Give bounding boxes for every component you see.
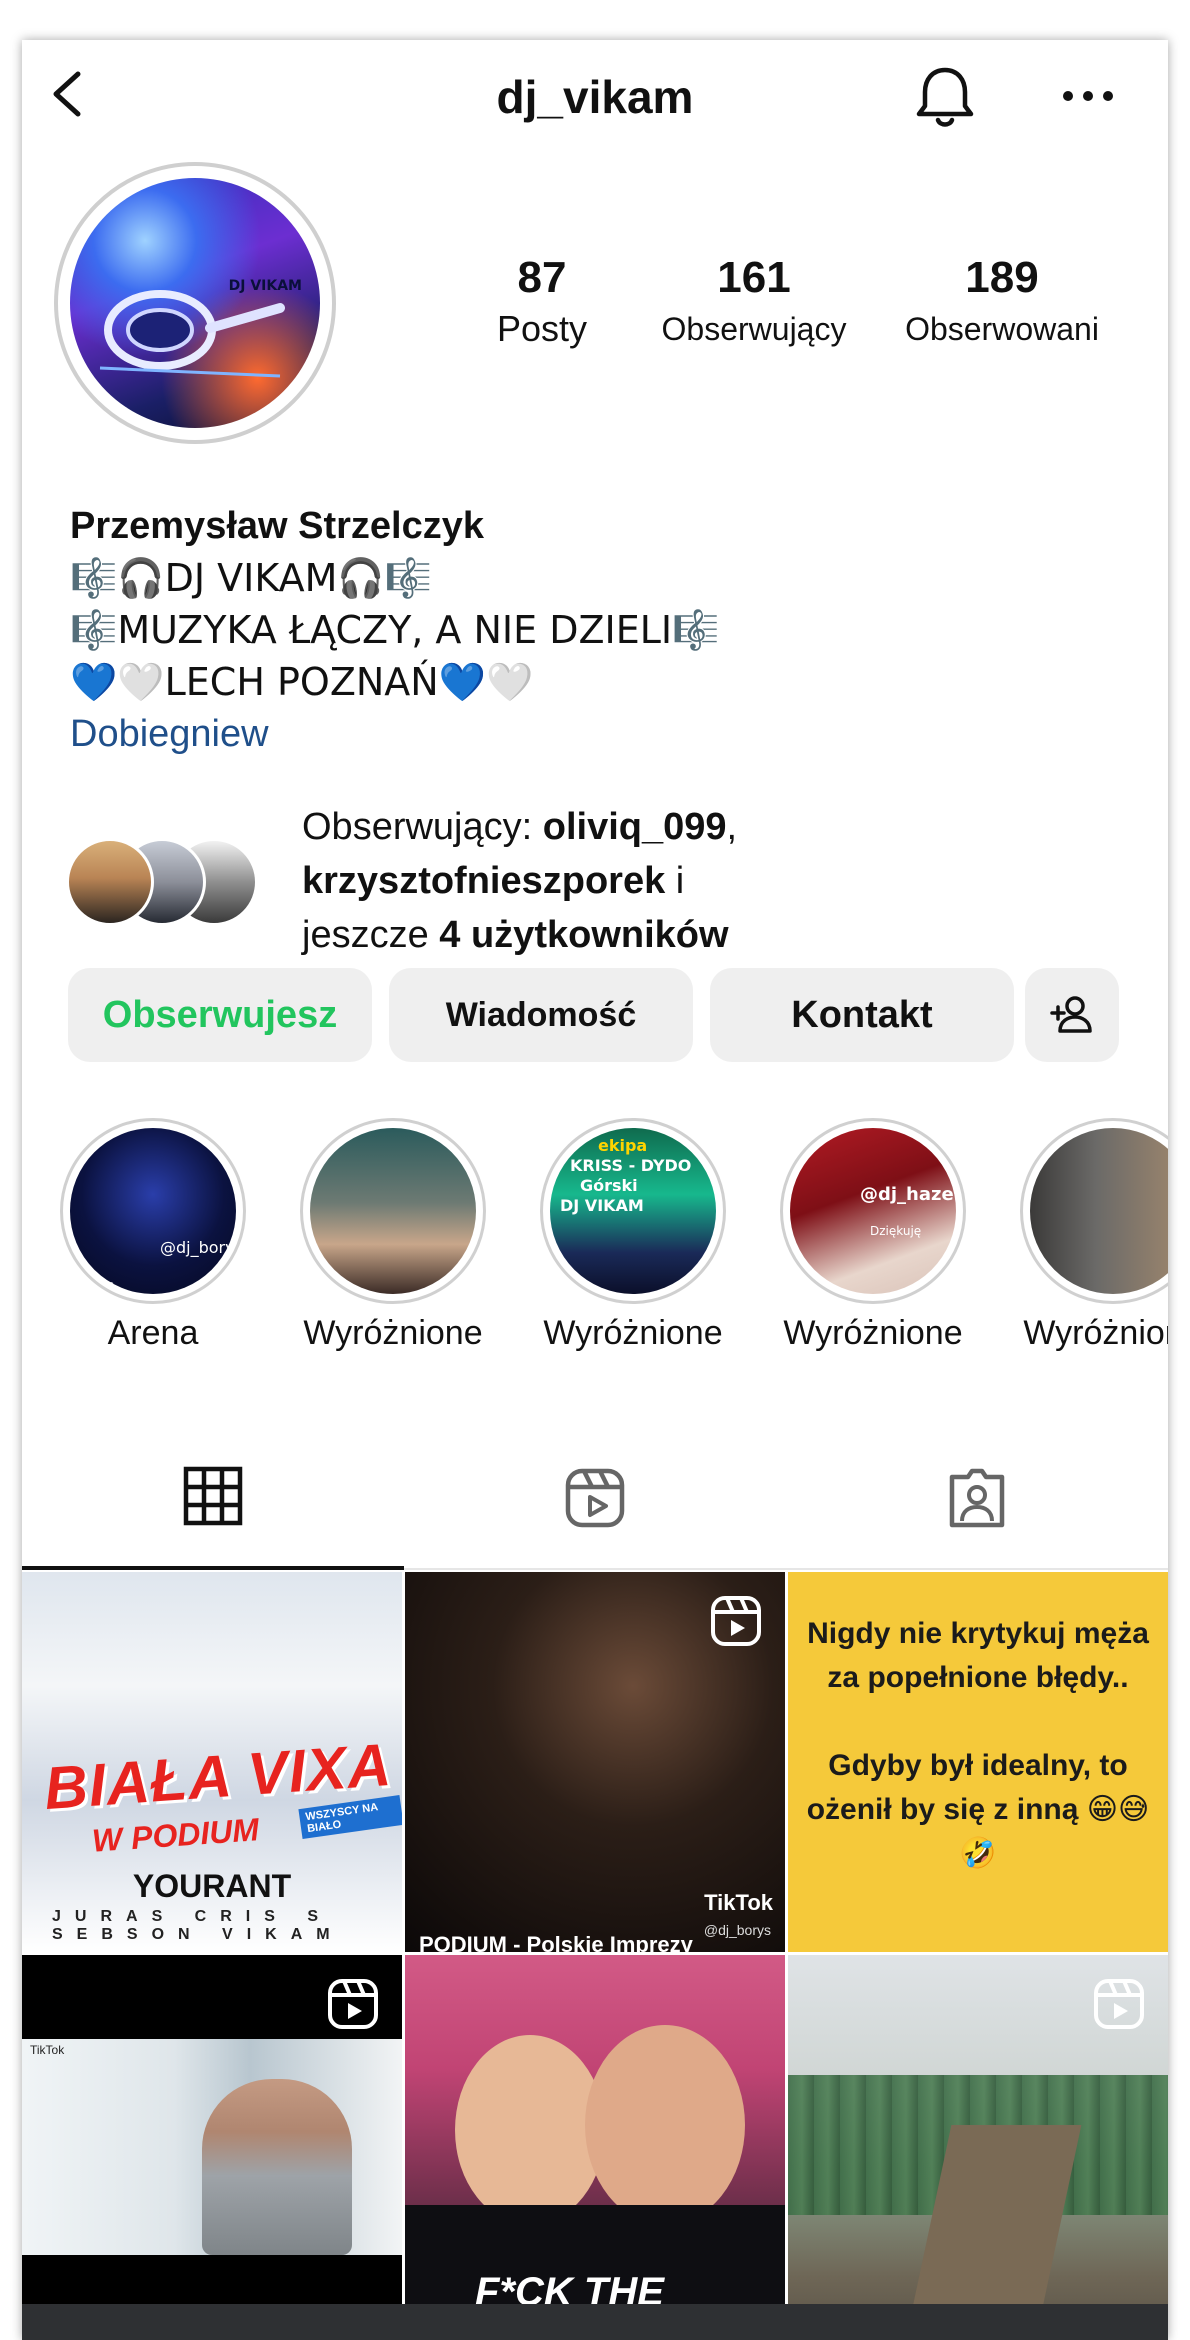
bio-line-1: 🎼🎧DJ VIKAM🎧🎼 (70, 556, 433, 600)
location-link[interactable]: Dobiegniew (70, 708, 1130, 760)
highlight-ring (1020, 1118, 1168, 1304)
reel-badge-icon (328, 1979, 378, 2029)
add-person-icon (1050, 996, 1092, 1033)
highlight-overlay: @dj_hazel (860, 1184, 956, 1205)
post-person (585, 2025, 745, 2225)
highlight-overlay: ekipa (598, 1136, 648, 1155)
highlight-overlay-3: Górski (580, 1176, 638, 1195)
tabs-divider (404, 1568, 1168, 1570)
highlight-4[interactable]: @dj_hazel Dziękuję Wyróżnione (778, 1118, 968, 1353)
bio-line-2: 🎼MUZYKA ŁĄCZY, A NIE DZIELI🎼 (70, 608, 720, 652)
bell-icon[interactable] (910, 62, 980, 132)
tiktok-watermark: TikTok (704, 1890, 773, 1915)
post-subtitle: W PODIUM (90, 1811, 261, 1859)
post-caption: PODIUM - Polskie Imprezy (419, 1932, 693, 1952)
highlight-cover (310, 1128, 476, 1294)
highlight-ring: @dj_hazel Dziękuję (780, 1118, 966, 1304)
avatar[interactable]: DJ VIKAM (54, 162, 336, 444)
stat-following-value: 189 (965, 253, 1039, 302)
highlight-ring: @dj_borys kocko (60, 1118, 246, 1304)
followed-joiner: i (665, 860, 685, 902)
reel-badge-icon (711, 1596, 761, 1646)
highlight-arena[interactable]: @dj_borys kocko Arena (58, 1118, 248, 1353)
highlight-overlay-2: Dziękuję (870, 1224, 922, 1238)
stat-followers-label: Obserwujący (661, 311, 847, 347)
followed-prefix: Obserwujący: (302, 806, 543, 848)
highlight-label: Wyróżnione (303, 1314, 483, 1352)
highlight-label: Wyróżnione (783, 1314, 963, 1352)
tiktok-watermark: TikTok (30, 2043, 65, 2057)
profile-screen: dj_vikam DJ VIKAM 87 Posty 161 Obserwują… (22, 40, 1168, 2340)
highlight-cover: @dj_hazel Dziękuję (790, 1128, 956, 1294)
stat-posts-value: 87 (517, 253, 567, 302)
suggest-people-button[interactable] (1025, 968, 1119, 1062)
follower-name-1[interactable]: oliviq_099 (543, 806, 727, 848)
highlight-overlay-4: DJ VIKAM (560, 1196, 644, 1215)
follower-avatar-1 (66, 838, 154, 926)
reel-badge-icon (1094, 1979, 1144, 2029)
avatar-text: DJ VIKAM (228, 278, 302, 294)
highlight-label: Wyróżnione (1023, 1314, 1168, 1352)
reels-icon (565, 1468, 625, 1528)
post-thumbnail-1[interactable]: BIAŁA VIXA W PODIUM WSZYSCY NA BIAŁO YOU… (22, 1572, 402, 1952)
highlight-3[interactable]: ekipa KRISS - DYDO Górski DJ VIKAM Wyróż… (538, 1118, 728, 1353)
contact-button[interactable]: Kontakt (710, 968, 1014, 1062)
message-button[interactable]: Wiadomość (389, 968, 693, 1062)
profile-tabs (22, 1426, 1168, 1570)
avatar-image: DJ VIKAM (70, 178, 320, 428)
highlight-5[interactable]: Wyróżnione (1018, 1118, 1168, 1353)
stat-followers[interactable]: 161 Obserwujący (644, 250, 864, 352)
grid-icon (183, 1466, 243, 1526)
bio-line-3: 💙🤍LECH POZNAŃ💙🤍 (70, 660, 534, 704)
stat-following[interactable]: 189 Obserwowani (882, 250, 1122, 352)
post-thumbnail-2[interactable]: TikTok @dj_borys PODIUM - Polskie Imprez… (405, 1572, 785, 1952)
post-logos: JURAS CRIS S SEBSON VIKAM (52, 1908, 344, 1943)
followed-by-text: Obserwujący: oliviq_099, krzysztofnieszp… (302, 800, 1122, 962)
followed-more-count[interactable]: 4 użytkowników (439, 914, 728, 956)
profile-name: Przemysław Strzelczyk (70, 505, 485, 547)
post-artist: YOURANT (132, 1868, 292, 1904)
highlight-ring: ekipa KRISS - DYDO Górski DJ VIKAM (540, 1118, 726, 1304)
post-thumbnail-6[interactable] (788, 1955, 1168, 2335)
stat-following-label: Obserwowani (905, 311, 1099, 347)
post-quote: Nigdy nie krytykuj męża za popełnione bł… (806, 1617, 1150, 1870)
highlight-label: Wyróżnione (543, 1314, 723, 1352)
stat-followers-value: 161 (717, 253, 791, 302)
follower-name-2[interactable]: krzysztofnieszporek (302, 860, 665, 902)
post-thumbnail-5[interactable]: F*CK THE (405, 1955, 785, 2335)
tab-grid[interactable] (22, 1426, 404, 1570)
tagged-person-icon (949, 1468, 1005, 1528)
post-thumbnail-4[interactable]: TikTok (22, 1955, 402, 2335)
post-person (202, 2079, 352, 2255)
post-thumbnail-3[interactable]: Nigdy nie krytykuj męża za popełnione bł… (788, 1572, 1168, 1952)
highlight-label: Arena (107, 1314, 199, 1352)
more-horizontal-icon[interactable] (1058, 78, 1118, 114)
tab-reels[interactable] (404, 1426, 786, 1570)
following-button[interactable]: Obserwujesz (68, 968, 372, 1062)
highlight-cover: ekipa KRISS - DYDO Górski DJ VIKAM (550, 1128, 716, 1294)
bio: Przemysław Strzelczyk 🎼🎧DJ VIKAM🎧🎼 🎼MUZY… (70, 500, 1130, 760)
highlight-overlay-2: kocko (80, 1278, 115, 1292)
stat-posts[interactable]: 87 Posty (462, 250, 622, 352)
username-title: dj_vikam (496, 71, 694, 123)
highlight-overlay-2: KRISS - DYDO (570, 1156, 692, 1175)
stat-posts-label: Posty (496, 308, 588, 349)
bottom-bar (22, 2304, 1168, 2340)
tiktok-handle: @dj_borys (703, 1922, 771, 1938)
followed-more-prefix: jeszcze (302, 914, 440, 956)
followed-by[interactable]: Obserwujący: oliviq_099, krzysztofnieszp… (66, 800, 1146, 970)
top-bar: dj_vikam (22, 40, 1168, 152)
highlight-overlay: @dj_borys (160, 1238, 236, 1257)
highlight-cover (1030, 1128, 1168, 1294)
tab-tagged[interactable] (786, 1426, 1168, 1570)
highlight-ring (300, 1118, 486, 1304)
followed-comma: , (726, 806, 738, 848)
highlight-cover: @dj_borys kocko (70, 1128, 236, 1294)
post-person (455, 2035, 605, 2225)
highlight-2[interactable]: Wyróżnione (298, 1118, 488, 1353)
